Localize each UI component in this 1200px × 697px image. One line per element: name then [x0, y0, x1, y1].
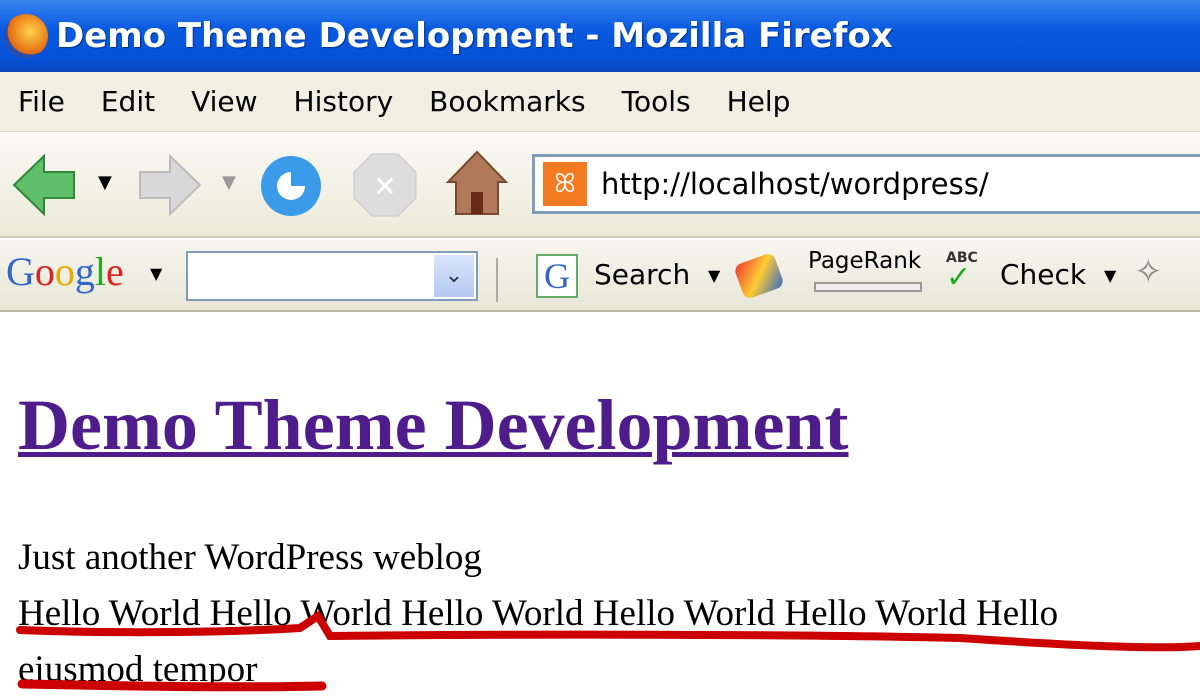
- home-button[interactable]: [444, 148, 510, 218]
- blog-title-link[interactable]: Demo Theme Development: [18, 384, 849, 467]
- site-favicon: ꕤ: [543, 162, 587, 206]
- pagerank-bar: [814, 282, 922, 292]
- reload-button[interactable]: [258, 150, 324, 220]
- google-search-icon[interactable]: G: [536, 254, 578, 298]
- menu-tools[interactable]: Tools: [622, 85, 691, 118]
- search-button[interactable]: Search: [594, 258, 690, 291]
- google-search-input[interactable]: ⌄: [186, 251, 478, 301]
- search-history-dropdown-icon[interactable]: ⌄: [434, 255, 474, 297]
- address-bar[interactable]: ꕤ http://localhost/wordpress/: [532, 154, 1200, 214]
- forward-dropdown-icon[interactable]: ▼: [222, 172, 236, 193]
- menu-file[interactable]: File: [18, 85, 65, 118]
- back-button[interactable]: [10, 152, 80, 218]
- search-dropdown-icon[interactable]: ▼: [708, 266, 720, 285]
- google-logo[interactable]: Google: [6, 248, 124, 295]
- menu-edit[interactable]: Edit: [101, 85, 155, 118]
- red-underline-annotation: [16, 610, 1200, 692]
- menu-bar: File Edit View History Bookmarks Tools H…: [0, 72, 1200, 132]
- magic-wand-icon[interactable]: ✧: [1134, 252, 1163, 292]
- menu-history[interactable]: History: [294, 85, 394, 118]
- back-dropdown-icon[interactable]: ▼: [98, 172, 112, 193]
- title-bar: Demo Theme Development - Mozilla Firefox: [0, 0, 1200, 72]
- menu-bookmarks[interactable]: Bookmarks: [429, 85, 585, 118]
- window-title: Demo Theme Development - Mozilla Firefox: [56, 16, 893, 56]
- google-menu-dropdown-icon[interactable]: ▼: [150, 264, 162, 283]
- spellcheck-icon[interactable]: ABC ✓: [946, 250, 978, 293]
- check-button[interactable]: Check: [1000, 258, 1086, 291]
- toolbar-separator: [496, 258, 498, 302]
- svg-text:✕: ✕: [373, 170, 396, 203]
- menu-view[interactable]: View: [191, 85, 257, 118]
- stop-button[interactable]: ✕: [352, 152, 418, 218]
- pagerank-label: PageRank: [808, 248, 922, 274]
- firefox-icon: [4, 14, 48, 58]
- blog-tagline: Just another WordPress weblog: [18, 537, 482, 578]
- url-text: http://localhost/wordpress/: [601, 167, 989, 201]
- menu-help[interactable]: Help: [727, 85, 791, 118]
- forward-button[interactable]: [134, 152, 204, 218]
- check-dropdown-icon[interactable]: ▼: [1104, 266, 1116, 285]
